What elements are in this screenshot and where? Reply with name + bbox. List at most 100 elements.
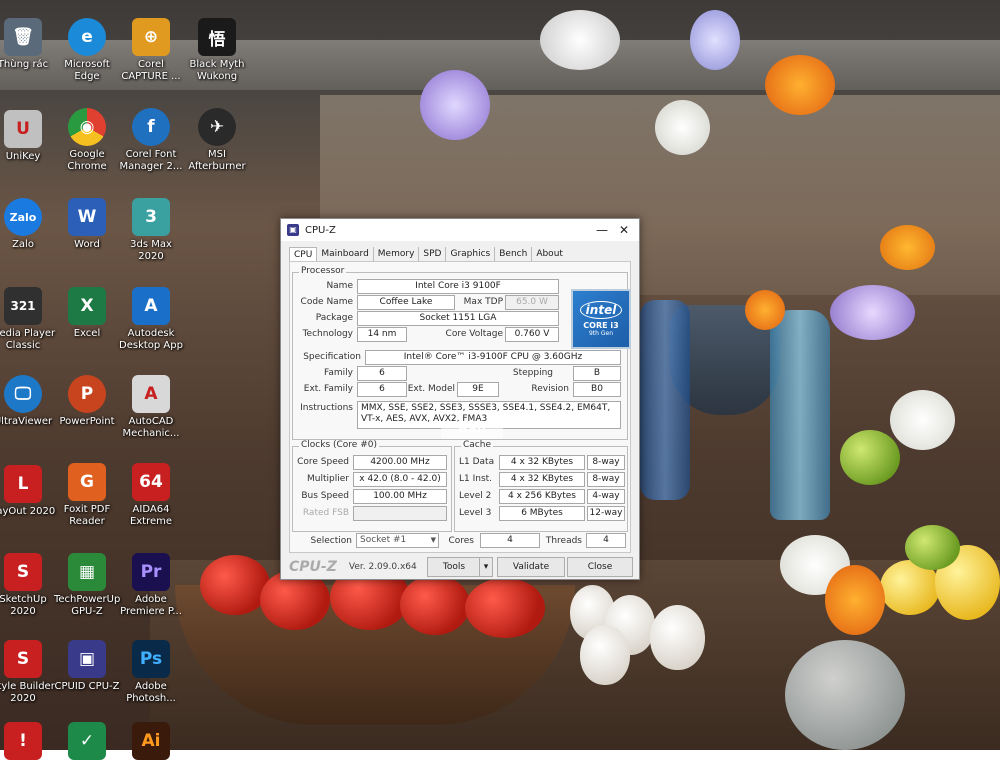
stepping-value: B xyxy=(573,366,621,381)
desktop-icon-aida64[interactable]: 64 AIDA64 Extreme xyxy=(118,463,184,528)
tools-button[interactable]: Tools xyxy=(427,557,481,577)
desktop-icon-unlabeled[interactable]: ✓ xyxy=(54,722,120,760)
desktop-icon-unlabeled[interactable]: ! xyxy=(0,722,56,760)
revision-value: B0 xyxy=(573,382,621,397)
desktop-icon-label: TechPowerUp GPU-Z xyxy=(54,594,121,617)
desktop-icon-label: Word xyxy=(74,239,100,250)
tab-bench[interactable]: Bench xyxy=(495,247,533,261)
desktop-icon-label: Corel CAPTURE ... xyxy=(121,59,181,82)
tab-mainboard[interactable]: Mainboard xyxy=(317,247,374,261)
package-value: Socket 1151 LGA xyxy=(357,311,559,326)
desktop-icon-word[interactable]: W Word xyxy=(54,198,120,251)
desktop-icon-zalo[interactable]: Zalo Zalo xyxy=(0,198,56,251)
desktop-icon-google-chrome[interactable]: ◉ Google Chrome xyxy=(54,108,120,173)
intel-logo-text: intel xyxy=(579,301,623,319)
recycle-bin-icon: 🗑 xyxy=(4,18,42,56)
foxit-icon: G xyxy=(68,463,106,501)
desktop-icon-label: Adobe Premiere P... xyxy=(120,594,182,617)
autodesk-icon: A xyxy=(132,287,170,325)
desktop-icon-excel[interactable]: X Excel xyxy=(54,287,120,340)
specification-value: Intel® Core™ i3-9100F CPU @ 3.60GHz xyxy=(365,350,621,365)
desktop-icon-autodesk-desktop-app[interactable]: A Autodesk Desktop App xyxy=(118,287,184,352)
desktop-icon-gpu-z[interactable]: ▦ TechPowerUp GPU-Z xyxy=(54,553,120,618)
desktop-icon-foxit-pdf[interactable]: G Foxit PDF Reader xyxy=(54,463,120,528)
technology-label: Technology xyxy=(302,329,353,339)
desktop-icon-media-player-classic[interactable]: 321 Media Player Classic xyxy=(0,287,56,352)
desktop-icon-label: UltraViewer xyxy=(0,416,53,427)
cpu-z-icon: ▣ xyxy=(68,640,106,678)
desktop-icon-label: PowerPoint xyxy=(59,416,115,427)
desktop-icon-layout[interactable]: L LayOut 2020 xyxy=(0,465,56,518)
tab-about[interactable]: About xyxy=(532,247,567,261)
tab-graphics[interactable]: Graphics xyxy=(446,247,496,261)
cpu-z-window: ▣ CPU-Z — ✕ CPU Mainboard Memory SPD Gra… xyxy=(280,218,640,580)
desktop-icon-label: Foxit PDF Reader xyxy=(63,504,111,527)
desktop-icon-3ds-max[interactable]: 3 3ds Max 2020 xyxy=(118,198,184,263)
desktop-icon-label: SketchUp 2020 xyxy=(0,594,47,617)
desktop-icon-style-builder[interactable]: S Style Builder 2020 xyxy=(0,640,56,705)
desktop-icon-corel-font-manager[interactable]: f Corel Font Manager 2... xyxy=(118,108,184,173)
premiere-icon: Pr xyxy=(132,553,170,591)
desktop-icon-powerpoint[interactable]: P PowerPoint xyxy=(54,375,120,428)
cache-row-ways: 4-way xyxy=(587,489,625,504)
bus-speed-value: 100.00 MHz xyxy=(353,489,447,504)
unikey-icon: U xyxy=(4,110,42,148)
desktop-icon-label: LayOut 2020 xyxy=(0,506,56,517)
chevron-down-icon: ▾ xyxy=(483,562,489,572)
family-value: 6 xyxy=(357,366,407,381)
minimize-button[interactable]: — xyxy=(591,219,613,241)
tab-cpu[interactable]: CPU xyxy=(289,247,318,261)
bantin-watermark: Bán xyxy=(441,421,503,439)
desktop-icon-autocad-mechanical[interactable]: A AutoCAD Mechanic... xyxy=(118,375,184,440)
zalo-icon: Zalo xyxy=(4,198,42,236)
app-icon: ! xyxy=(4,722,42,760)
close-window-button[interactable]: ✕ xyxy=(613,219,635,241)
desktop-icon-cpu-z[interactable]: ▣ CPUID CPU-Z xyxy=(54,640,120,693)
cores-label: Cores xyxy=(448,536,474,546)
corel-capture-icon: ⊕ xyxy=(132,18,170,56)
tab-memory[interactable]: Memory xyxy=(374,247,420,261)
desktop-icon-sketchup[interactable]: S SketchUp 2020 xyxy=(0,553,56,618)
socket-select[interactable]: Socket #1 ▼ xyxy=(356,533,439,548)
cpu-z-brand: CPU-Z xyxy=(289,559,337,575)
tools-dropdown-button[interactable]: ▾ xyxy=(479,557,493,577)
desktop-icon-photoshop[interactable]: Ps Adobe Photosh... xyxy=(118,640,184,705)
desktop-icon-label: Black Myth Wukong xyxy=(189,59,245,82)
rated-fsb-value xyxy=(353,506,447,521)
instructions-label: Instructions xyxy=(300,403,353,413)
chevron-down-icon: ▼ xyxy=(430,536,436,544)
cache-row-size: 4 x 32 KBytes xyxy=(499,455,585,470)
core-voltage-value: 0.760 V xyxy=(505,327,559,342)
desktop-icon-unlabeled[interactable]: Ai xyxy=(118,722,184,760)
desktop-icon-microsoft-edge[interactable]: e Microsoft Edge xyxy=(54,18,120,83)
specification-label: Specification xyxy=(303,352,361,362)
close-button[interactable]: Close xyxy=(567,557,633,577)
desktop-icon-black-myth-wukong[interactable]: 悟 Black Myth Wukong xyxy=(184,18,250,83)
desktop-icon-ultraviewer[interactable]: 🖵 UltraViewer xyxy=(0,375,56,428)
cache-row-label: Level 2 xyxy=(459,491,492,501)
desktop-icon-corel-capture[interactable]: ⊕ Corel CAPTURE ... xyxy=(118,18,184,83)
desktop-icon-label: Google Chrome xyxy=(67,149,107,172)
desktop-icon-unikey[interactable]: U UniKey xyxy=(0,110,56,163)
desktop-icon-msi-afterburner[interactable]: ✈ MSI Afterburner xyxy=(184,108,250,173)
desktop-icon-label: UniKey xyxy=(5,151,41,162)
style-builder-icon: S xyxy=(4,640,42,678)
desktop-icon-premiere-pro[interactable]: Pr Adobe Premiere P... xyxy=(118,553,184,618)
window-title: CPU-Z xyxy=(305,224,336,236)
selection-label: Selection xyxy=(310,536,352,546)
gpu-z-icon: ▦ xyxy=(68,553,106,591)
cache-group: Cache L1 Data 4 x 32 KBytes 8-way L1 Ins… xyxy=(454,440,628,532)
codename-label: Code Name xyxy=(300,297,353,307)
title-bar[interactable]: ▣ CPU-Z — ✕ xyxy=(281,219,639,241)
intel-gen-text: 9th Gen xyxy=(588,330,614,337)
tab-spd[interactable]: SPD xyxy=(419,247,447,261)
validate-button[interactable]: Validate xyxy=(497,557,565,577)
cache-row-size: 4 x 32 KBytes xyxy=(499,472,585,487)
ext-model-label: Ext. Model xyxy=(407,384,455,394)
desktop-icon-label: MSI Afterburner xyxy=(188,149,246,172)
desktop-icon-label: 3ds Max 2020 xyxy=(130,239,172,262)
illustrator-icon: Ai xyxy=(132,722,170,760)
desktop-icon-label: Adobe Photosh... xyxy=(126,681,176,704)
desktop-icon-recycle-bin[interactable]: 🗑 Thùng rác xyxy=(0,18,56,71)
word-icon: W xyxy=(68,198,106,236)
